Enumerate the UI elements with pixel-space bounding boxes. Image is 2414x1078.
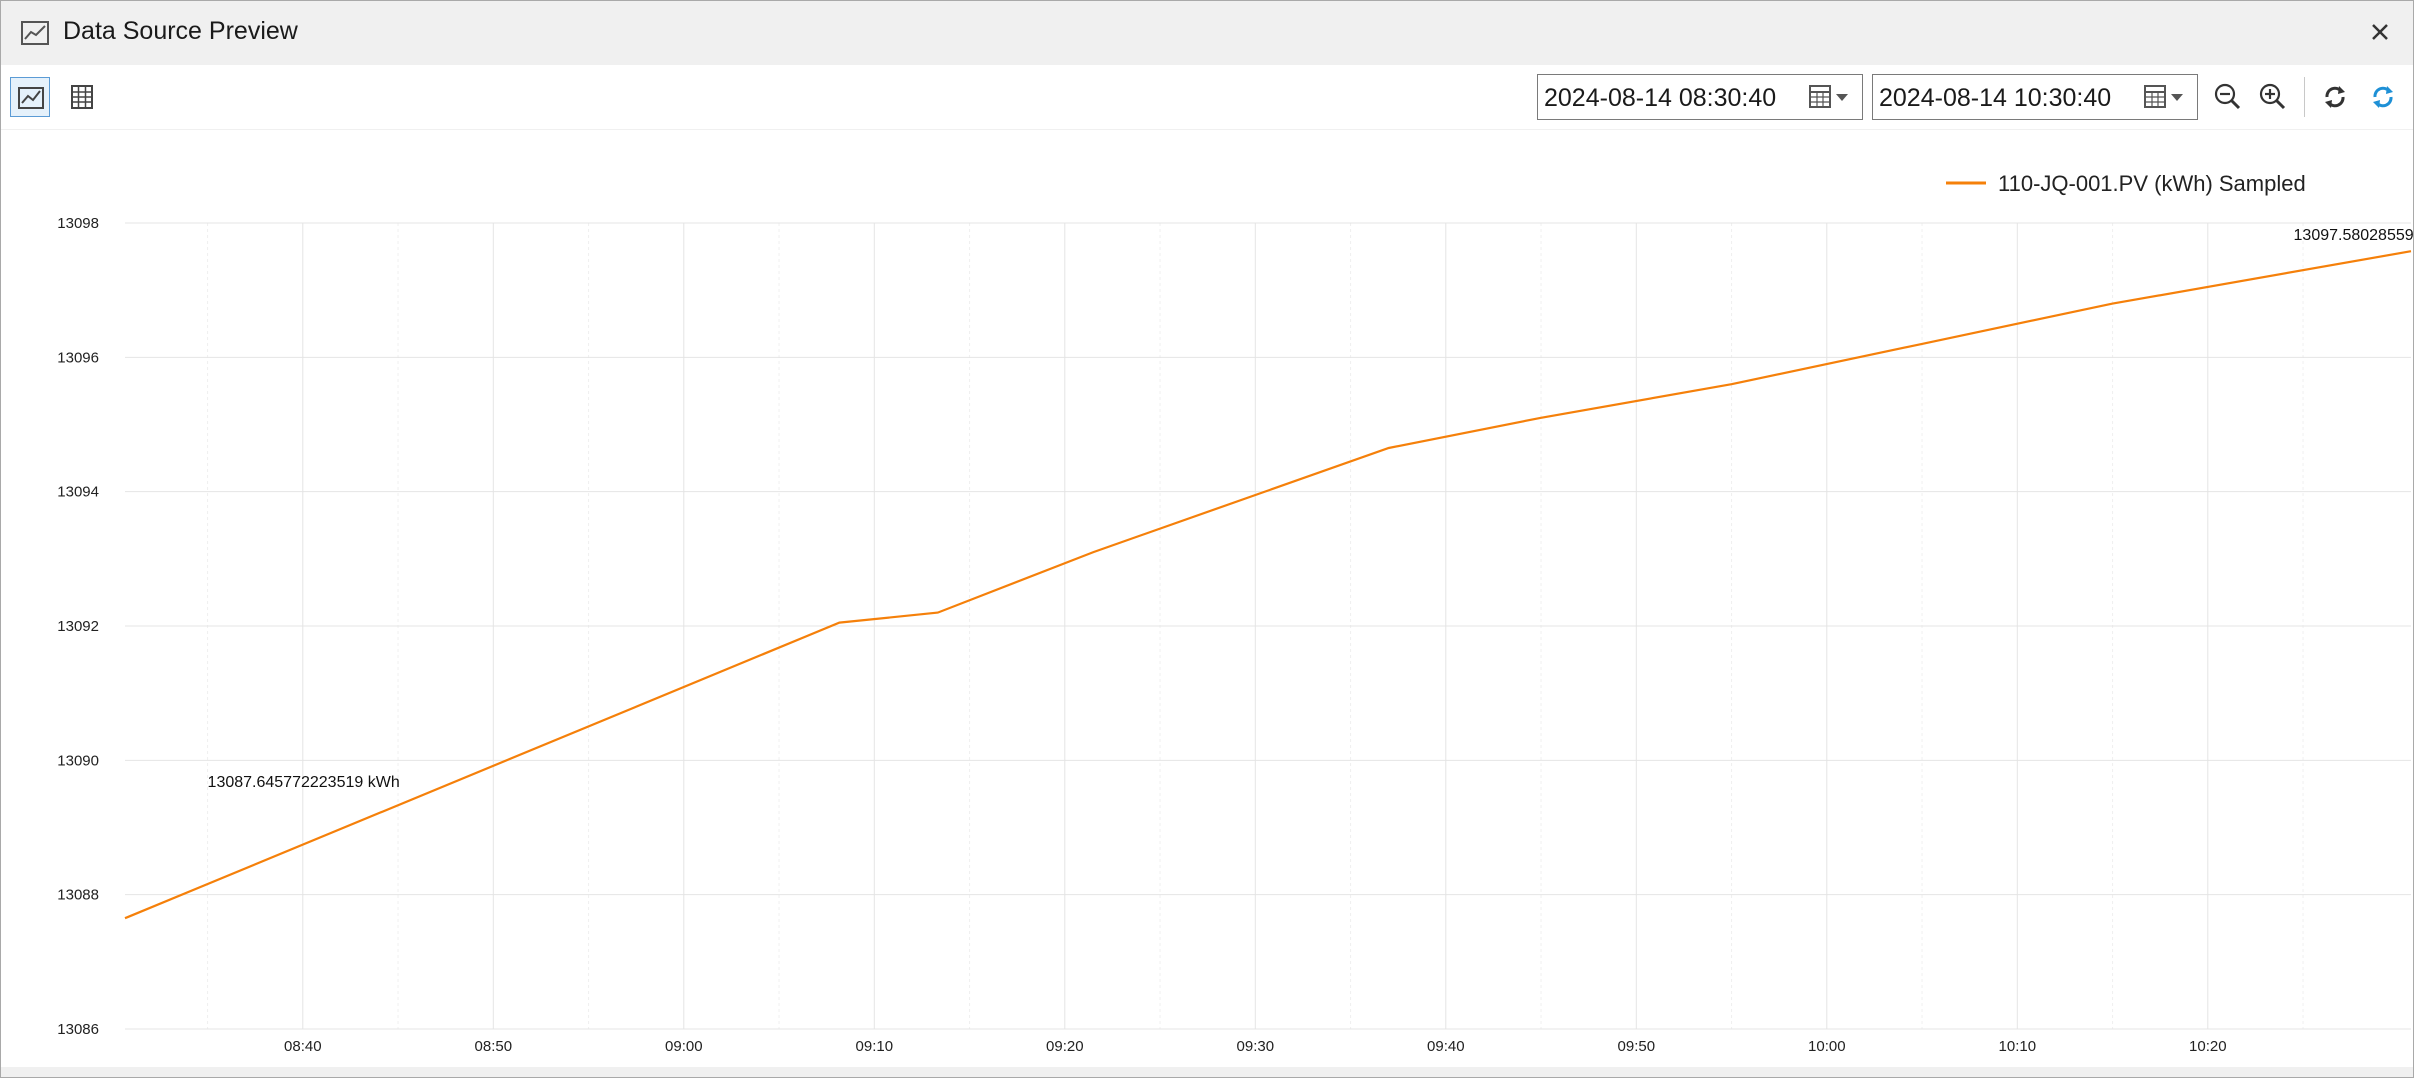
series-line[interactable] xyxy=(124,250,2412,920)
x-tick-label: 10:00 xyxy=(1808,1038,1846,1055)
trend-chart[interactable]: 13086 13088 13090 13092 13094 13096 13098 08:40… xyxy=(1,131,2413,1067)
start-time-picker[interactable]: 2024-08-14 08:30:40 xyxy=(1537,74,1863,120)
value-annotation: 13087.645772223519 kWh xyxy=(208,774,400,791)
status-bar xyxy=(1,1067,2413,1077)
x-tick-label: 10:20 xyxy=(2189,1038,2227,1055)
y-tick-label: 13090 xyxy=(57,752,99,769)
y-tick-label: 13096 xyxy=(57,349,99,366)
x-tick-label: 09:00 xyxy=(665,1038,703,1055)
x-tick-label: 08:40 xyxy=(284,1038,322,1055)
auto-refresh-icon[interactable] xyxy=(2363,77,2403,117)
y-tick-label: 13086 xyxy=(57,1021,99,1038)
end-time-value[interactable]: 2024-08-14 10:30:40 xyxy=(1879,84,2111,113)
zoom-in-icon[interactable] xyxy=(2253,77,2293,117)
end-time-picker[interactable]: 2024-08-14 10:30:40 xyxy=(1872,74,2198,120)
refresh-icon[interactable] xyxy=(2315,77,2355,117)
y-tick-label: 13098 xyxy=(57,215,99,232)
start-time-value[interactable]: 2024-08-14 08:30:40 xyxy=(1544,84,1776,113)
legend-label: 110-JQ-001.PV (kWh) Sampled xyxy=(1998,171,2306,196)
chart-view-icon[interactable] xyxy=(10,77,50,117)
x-tick-label: 09:10 xyxy=(856,1038,894,1055)
toolbar-separator xyxy=(2304,77,2305,117)
y-tick-label: 13088 xyxy=(57,887,99,904)
data-source-preview-window: Data Source Preview 2024-08-14 08:30:40 … xyxy=(0,0,2414,1078)
value-annotation: 13097.580285599222 kWh xyxy=(2294,227,2413,244)
close-icon[interactable] xyxy=(2363,15,2397,49)
title-bar: Data Source Preview xyxy=(1,1,2413,65)
x-tick-label: 08:50 xyxy=(475,1038,513,1055)
x-tick-label: 10:10 xyxy=(1999,1038,2037,1055)
y-tick-label: 13092 xyxy=(57,618,99,635)
x-tick-label: 09:40 xyxy=(1427,1038,1465,1055)
x-tick-label: 09:30 xyxy=(1237,1038,1275,1055)
calendar-icon[interactable] xyxy=(1808,83,1854,111)
zoom-out-icon[interactable] xyxy=(2208,77,2248,117)
y-tick-label: 13094 xyxy=(57,484,99,501)
calendar-icon[interactable] xyxy=(2143,83,2189,111)
chart-window-icon xyxy=(21,21,49,45)
table-view-icon[interactable] xyxy=(62,77,102,117)
x-tick-label: 09:20 xyxy=(1046,1038,1084,1055)
window-title: Data Source Preview xyxy=(63,17,298,45)
toolbar: 2024-08-14 08:30:40 2024-08-14 10:30:40 xyxy=(1,65,2413,130)
x-tick-label: 09:50 xyxy=(1618,1038,1656,1055)
